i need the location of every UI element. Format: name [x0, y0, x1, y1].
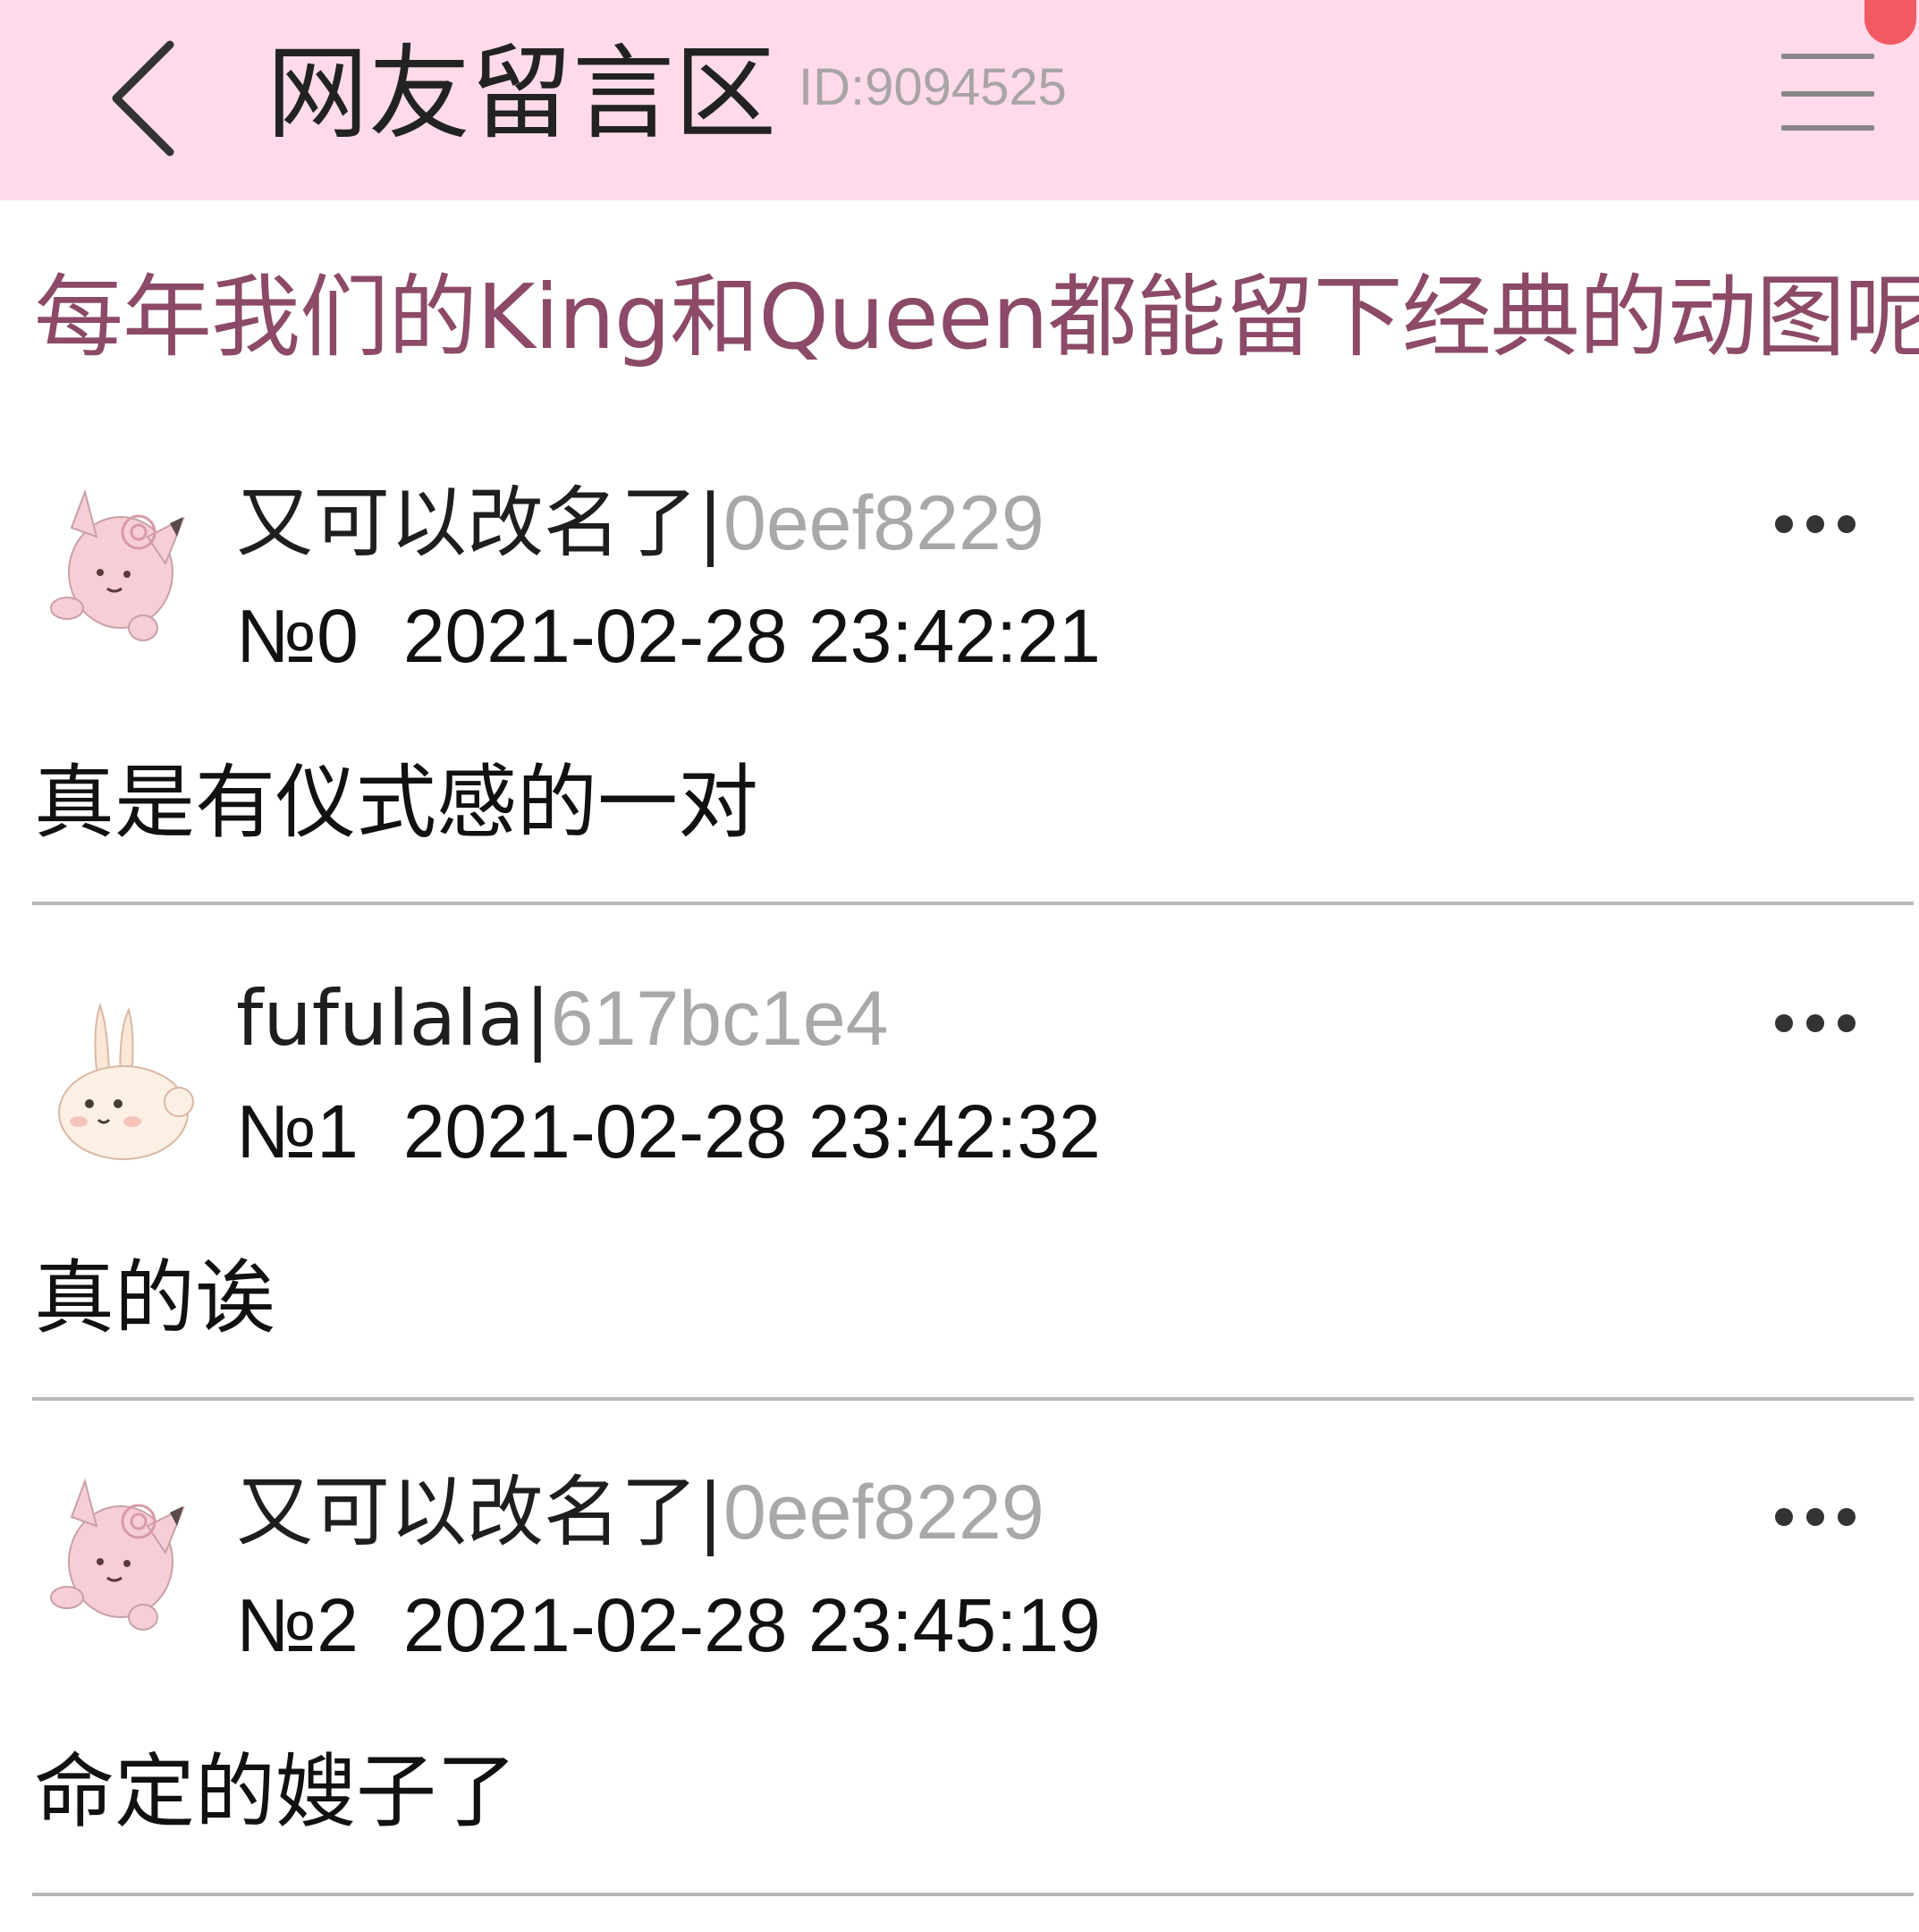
divider: [32, 1893, 1914, 1896]
thread-id-label: ID:9094525: [799, 58, 1067, 116]
timestamp: 2021-02-28 23:45:19: [402, 1583, 1101, 1667]
more-dots-icon: [1838, 1508, 1856, 1526]
thread-subtitle: 每年我们的King和Queen都能留下经典的动图呢: [34, 265, 1919, 369]
chevron-left-icon: [112, 40, 174, 157]
divider: [32, 902, 1914, 905]
comment-text: 真的诶: [34, 1251, 275, 1345]
more-dots-icon: [1806, 1014, 1824, 1032]
author-line: fufulala|617bc1e4: [236, 970, 889, 1068]
avatar[interactable]: [45, 996, 197, 1175]
author-separator: |: [697, 479, 723, 568]
author-line: 又可以改名了|0eef8229: [236, 1463, 1044, 1562]
author-name[interactable]: fufulala: [236, 974, 525, 1063]
timestamp: 2021-02-28 23:42:32: [402, 1089, 1101, 1174]
pink-fairy-avatar-icon: [50, 488, 185, 641]
more-options-button[interactable]: [1775, 1005, 1856, 1041]
floor-number: №2: [236, 1583, 359, 1667]
author-name[interactable]: 又可以改名了: [236, 1468, 697, 1557]
floor-number: №0: [236, 594, 359, 678]
avatar[interactable]: [45, 1463, 197, 1642]
comment-meta: №2 2021-02-28 23:45:19: [236, 1576, 1101, 1674]
menu-button[interactable]: [1771, 36, 1878, 143]
more-dots-icon: [1806, 515, 1824, 533]
comment-text: 真是有仪式感的一对: [34, 756, 758, 850]
divider: [32, 1397, 1914, 1401]
comment-text: 命定的嫂子了: [34, 1745, 517, 1839]
comment-meta: №1 2021-02-28 23:42:32: [236, 1082, 1101, 1181]
author-line: 又可以改名了|0eef8229: [236, 474, 1044, 572]
more-dots-icon: [1838, 1014, 1856, 1032]
more-dots-icon: [1806, 1508, 1824, 1526]
more-options-button[interactable]: [1775, 1499, 1856, 1535]
cream-rabbit-avatar-icon: [58, 1002, 194, 1160]
more-dots-icon: [1775, 1014, 1793, 1032]
user-id: 0eef8229: [723, 480, 1044, 566]
author-separator: |: [524, 974, 551, 1063]
top-bar: 网友留言区 ID:9094525: [0, 0, 1919, 200]
user-id: 0eef8229: [723, 1470, 1044, 1555]
timestamp: 2021-02-28 23:42:21: [402, 594, 1101, 678]
page-title: 网友留言区: [266, 34, 777, 153]
menu-icon-line: [1781, 91, 1874, 97]
more-dots-icon: [1775, 515, 1793, 533]
author-separator: |: [697, 1468, 723, 1557]
avatar[interactable]: [45, 474, 197, 653]
more-dots-icon: [1775, 1508, 1793, 1526]
menu-icon-line: [1781, 125, 1874, 131]
floor-number: №1: [236, 1089, 359, 1174]
hamburger-menu-icon: [1781, 54, 1874, 59]
pink-fairy-avatar-icon: [50, 1478, 185, 1631]
back-button[interactable]: [89, 18, 197, 179]
comment-meta: №0 2021-02-28 23:42:21: [236, 587, 1101, 685]
more-options-button[interactable]: [1775, 506, 1856, 542]
user-id: 617bc1e4: [550, 976, 889, 1062]
author-name[interactable]: 又可以改名了: [236, 479, 697, 568]
notification-dot: [1864, 0, 1916, 45]
more-dots-icon: [1838, 515, 1856, 533]
